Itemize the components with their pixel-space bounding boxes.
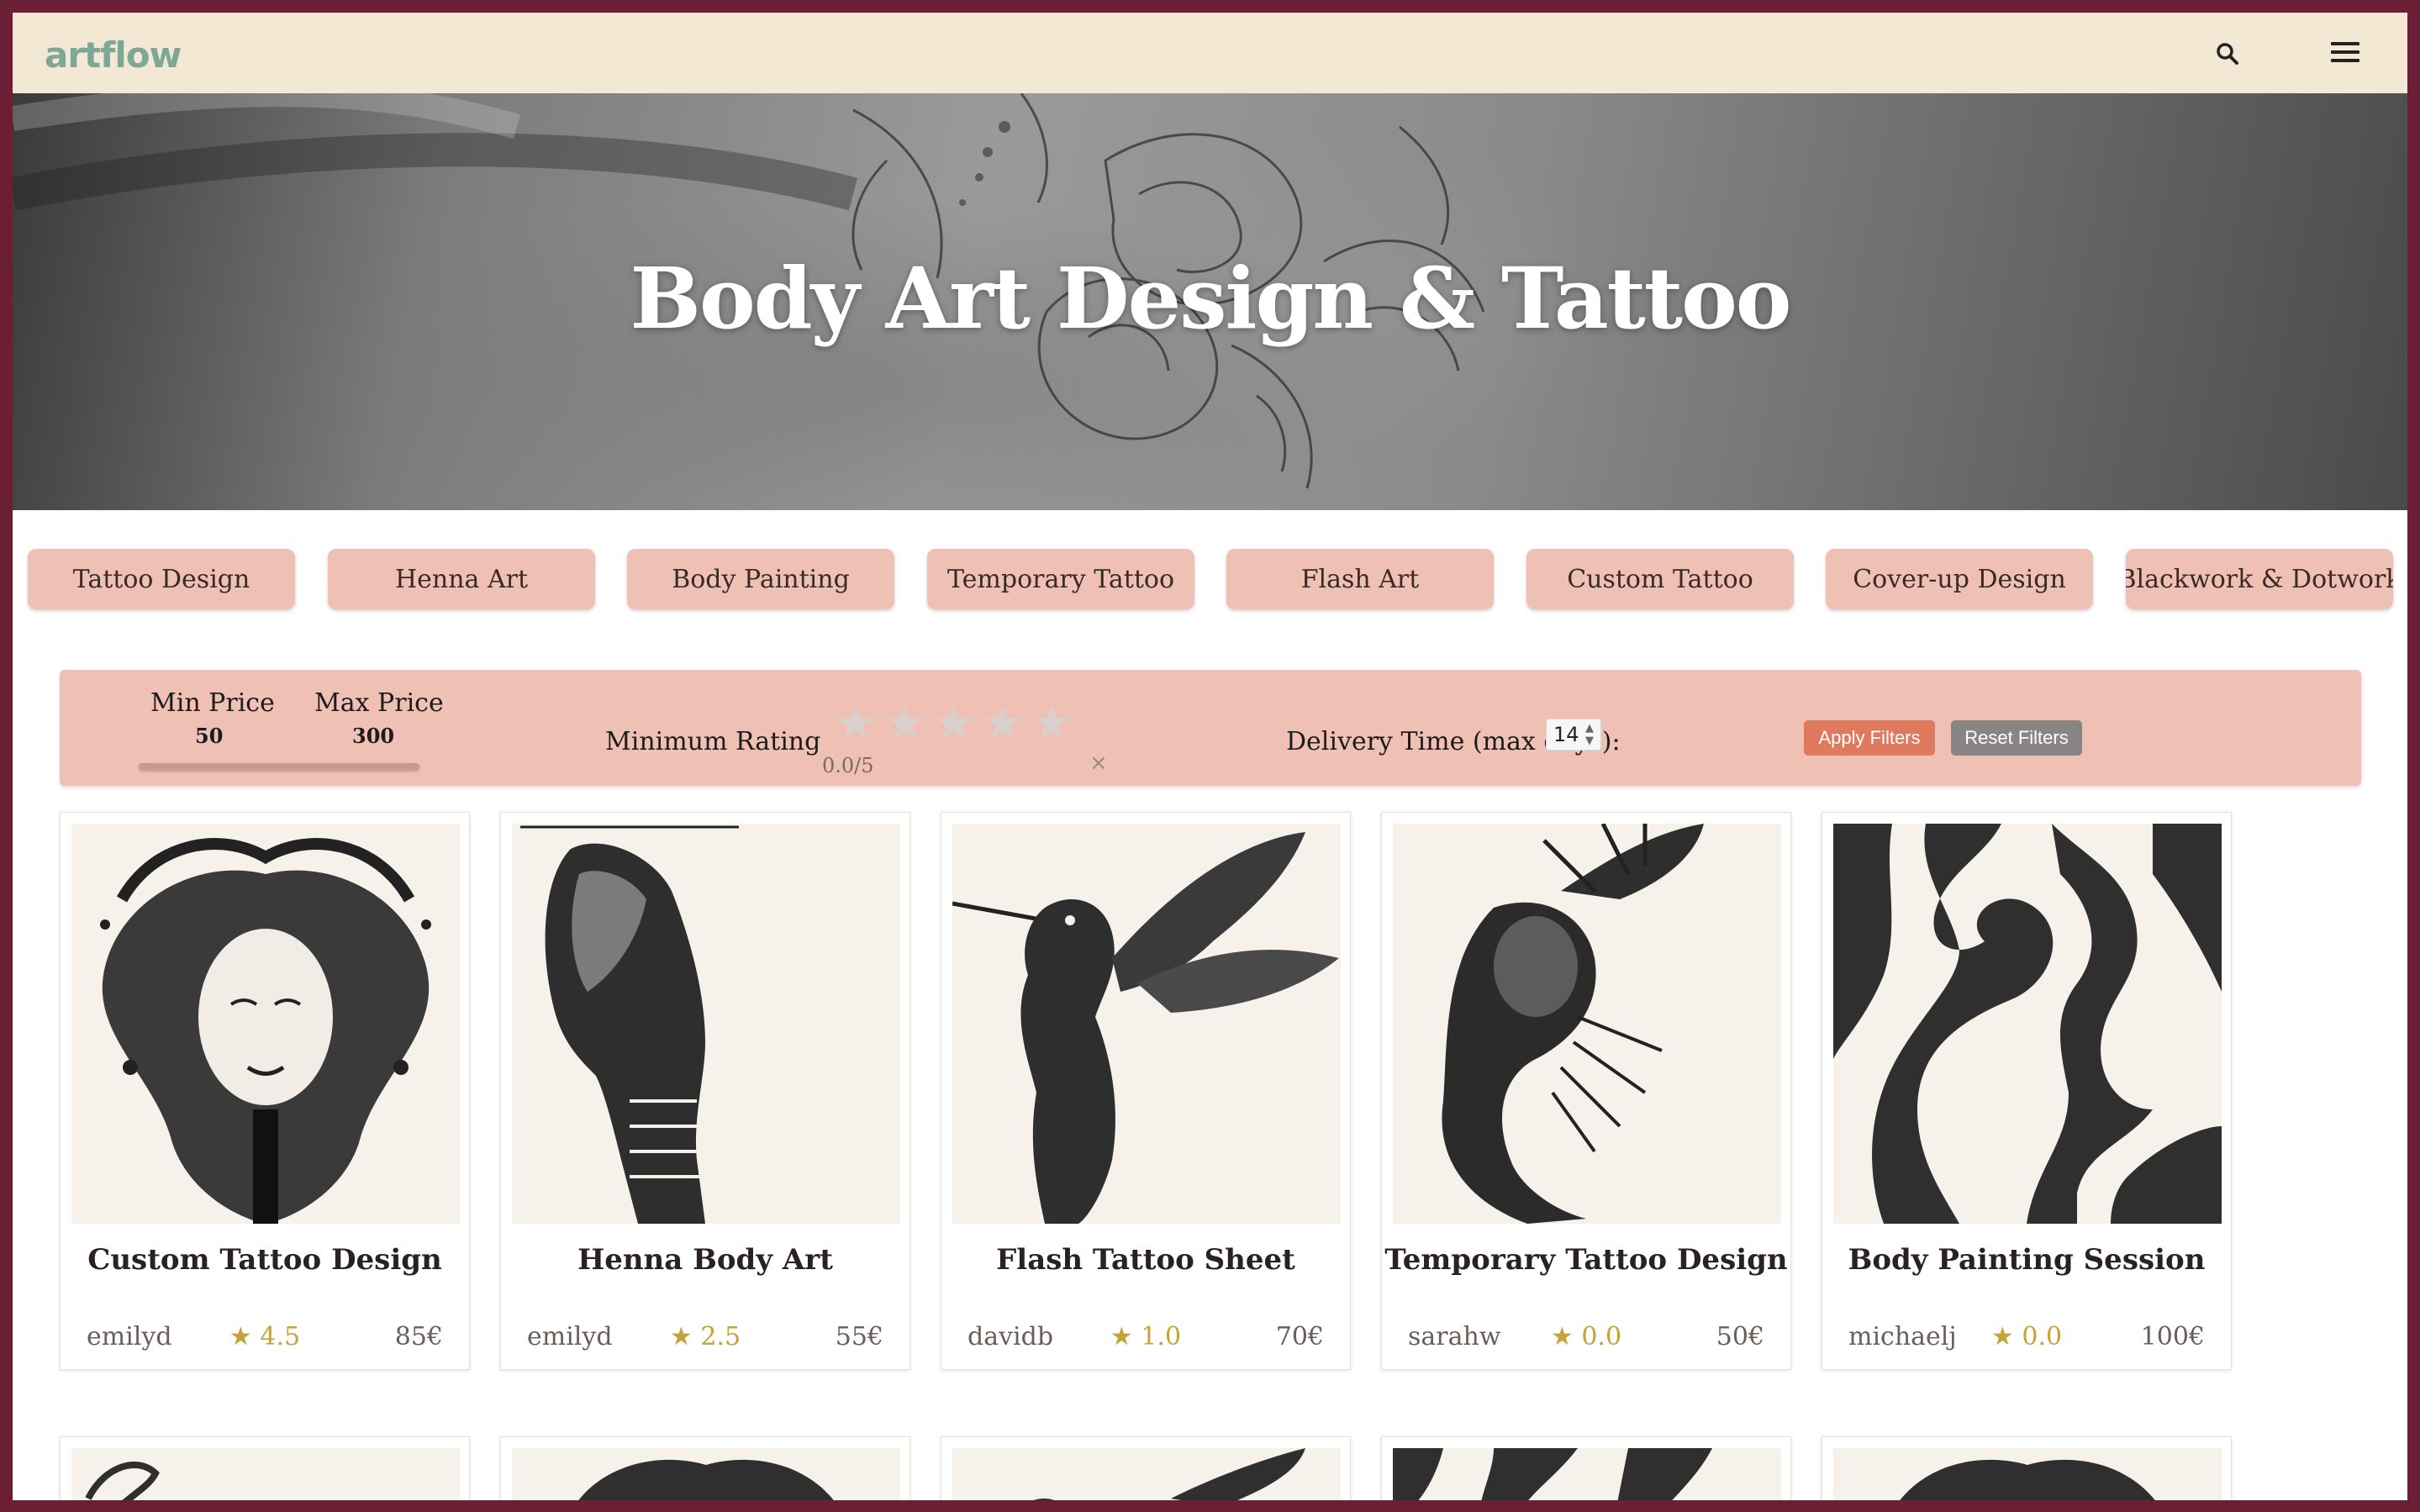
min-price-value: 50 bbox=[195, 724, 224, 748]
listing-title[interactable]: Henna Body Art bbox=[501, 1243, 909, 1277]
listing-card[interactable] bbox=[60, 1436, 470, 1500]
listing-image bbox=[1393, 824, 1781, 1224]
max-price-label: Max Price bbox=[314, 688, 444, 718]
filter-bar: Min Price 50 Max Price 300 Minimum Ratin… bbox=[60, 670, 2361, 786]
hamburger-menu-icon[interactable] bbox=[2329, 38, 2363, 68]
listing-card[interactable] bbox=[1381, 1436, 1791, 1500]
category-custom-tattoo[interactable]: Custom Tattoo bbox=[1526, 549, 1794, 609]
price-range-slider[interactable] bbox=[139, 763, 419, 770]
star-4-icon[interactable]: ★ bbox=[982, 700, 1024, 747]
listing-title[interactable]: Flash Tattoo Sheet bbox=[941, 1243, 1350, 1277]
listing-image bbox=[512, 824, 900, 1224]
listing-image bbox=[71, 824, 460, 1224]
listing-image bbox=[71, 1448, 460, 1500]
listing-price: 70€ bbox=[1275, 1322, 1324, 1351]
listing-card[interactable] bbox=[500, 1436, 910, 1500]
listing-title[interactable]: Custom Tattoo Design bbox=[61, 1243, 469, 1277]
hero-banner: Body Art Design & Tattoo bbox=[13, 93, 2407, 510]
clear-rating-icon[interactable]: × bbox=[1089, 751, 1108, 776]
listing-card[interactable]: Custom Tattoo Design emilyd ★ 4.5 85€ bbox=[60, 812, 470, 1370]
app-frame: artflow Body Art Design & Tattoo Tattoo … bbox=[13, 13, 2407, 1500]
star-1-icon[interactable]: ★ bbox=[835, 700, 877, 747]
delivery-time-input[interactable]: 14 ▲ ▼ bbox=[1546, 719, 1601, 751]
listing-price: 100€ bbox=[2140, 1322, 2205, 1351]
logo[interactable]: artflow bbox=[45, 34, 182, 76]
delivery-time-value: 14 bbox=[1553, 723, 1579, 746]
listing-title[interactable]: Body Painting Session bbox=[1822, 1243, 2231, 1277]
listing-card[interactable]: Flash Tattoo Sheet davidb ★ 1.0 70€ bbox=[941, 812, 1351, 1370]
listing-price: 85€ bbox=[394, 1322, 443, 1351]
listing-image bbox=[952, 1448, 1341, 1500]
listing-image bbox=[952, 824, 1341, 1224]
max-price-value: 300 bbox=[352, 724, 395, 748]
listing-card[interactable]: Temporary Tattoo Design sarahw ★ 0.0 50€ bbox=[1381, 812, 1791, 1370]
listing-image bbox=[512, 1448, 900, 1500]
listing-card[interactable]: Henna Body Art emilyd ★ 2.5 55€ bbox=[500, 812, 910, 1370]
category-flash-art[interactable]: Flash Art bbox=[1226, 549, 1494, 609]
category-temporary-tattoo[interactable]: Temporary Tattoo bbox=[927, 549, 1194, 609]
category-blackwork-dotwork[interactable]: Blackwork & Dotwork bbox=[2126, 549, 2393, 609]
category-tattoo-design[interactable]: Tattoo Design bbox=[28, 549, 295, 609]
apply-filters-button[interactable]: Apply Filters bbox=[1804, 720, 1935, 756]
category-henna-art[interactable]: Henna Art bbox=[328, 549, 595, 609]
rating-stars: ★ ★ ★ ★ ★ bbox=[835, 700, 1073, 747]
listing-title[interactable]: Temporary Tattoo Design bbox=[1382, 1243, 1790, 1277]
rating-value: 0.0/5 bbox=[822, 754, 874, 777]
listing-card[interactable]: Body Painting Session michaelj ★ 0.0 100… bbox=[1822, 812, 2232, 1370]
star-3-icon[interactable]: ★ bbox=[932, 700, 974, 747]
listing-image bbox=[1833, 824, 2222, 1224]
search-icon[interactable] bbox=[2213, 40, 2243, 70]
reset-filters-button[interactable]: Reset Filters bbox=[1951, 720, 2082, 756]
listing-price: 55€ bbox=[835, 1322, 883, 1351]
star-2-icon[interactable]: ★ bbox=[883, 700, 925, 747]
listing-image bbox=[1833, 1448, 2222, 1500]
hero-title: Body Art Design & Tattoo bbox=[630, 249, 1792, 348]
category-body-painting[interactable]: Body Painting bbox=[627, 549, 894, 609]
listing-card[interactable] bbox=[1822, 1436, 2232, 1500]
listing-price: 50€ bbox=[1716, 1322, 1764, 1351]
listing-image bbox=[1393, 1448, 1781, 1500]
number-spinner-icon[interactable]: ▲ ▼ bbox=[1582, 722, 1597, 747]
min-price-label: Min Price bbox=[150, 688, 275, 718]
listing-card[interactable] bbox=[941, 1436, 1351, 1500]
minimum-rating-label: Minimum Rating bbox=[605, 727, 821, 756]
top-navbar: artflow bbox=[13, 13, 2407, 93]
category-cover-up-design[interactable]: Cover-up Design bbox=[1826, 549, 2093, 609]
star-5-icon[interactable]: ★ bbox=[1031, 700, 1073, 747]
